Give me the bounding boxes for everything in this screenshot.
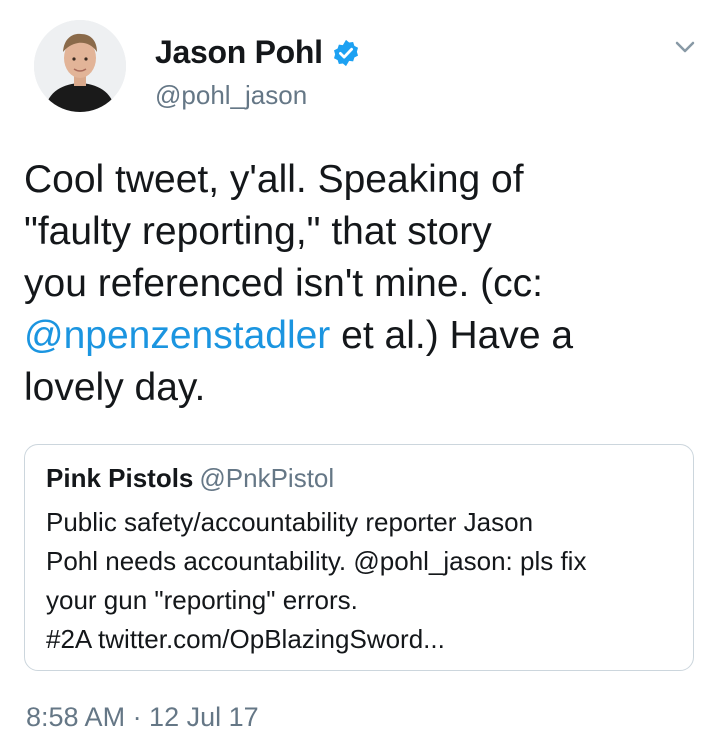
avatar[interactable] [34, 20, 126, 112]
author-handle[interactable]: @pohl_jason [155, 80, 307, 111]
quoted-tweet-header: Pink Pistols @PnkPistol [46, 463, 334, 494]
tweet-line-rest: et al.) Have a [341, 314, 574, 357]
author-name-row: Jason Pohl [155, 34, 361, 71]
tweet-line: "faulty reporting," that story [24, 210, 492, 253]
chevron-down-icon[interactable] [672, 34, 698, 60]
tweet-line: Cool tweet, y'all. Speaking of [24, 158, 524, 201]
tweet-timestamp[interactable]: 8:58 AM · 12 Jul 17 [26, 702, 259, 733]
quoted-tweet-line: Public safety/accountability reporter Ja… [46, 507, 534, 537]
quoted-tweet-line: #2A twitter.com/OpBlazingSword... [46, 624, 445, 654]
tweet-line-with-mention: @npenzenstadler et al.) Have a [24, 310, 684, 362]
tweet-text: Cool tweet, y'all. Speaking of "faulty r… [24, 154, 684, 414]
quoted-tweet-text: Public safety/accountability reporter Ja… [46, 503, 686, 659]
mention-link[interactable]: @npenzenstadler [24, 314, 330, 357]
tweet-line: you referenced isn't mine. (cc: [24, 262, 543, 305]
quoted-tweet-line: Pohl needs accountability. @pohl_jason: … [46, 546, 587, 576]
quoted-author-handle: @PnkPistol [199, 463, 335, 493]
quoted-tweet-card[interactable]: Pink Pistols @PnkPistol Public safety/acc… [24, 444, 694, 671]
author-display-name[interactable]: Jason Pohl [155, 34, 323, 71]
quoted-tweet-line: your gun "reporting" errors. [46, 585, 358, 615]
avatar-photo [34, 20, 126, 112]
quoted-author-name: Pink Pistols [46, 463, 194, 493]
tweet-line: lovely day. [24, 366, 206, 409]
verified-badge-icon [331, 38, 361, 68]
